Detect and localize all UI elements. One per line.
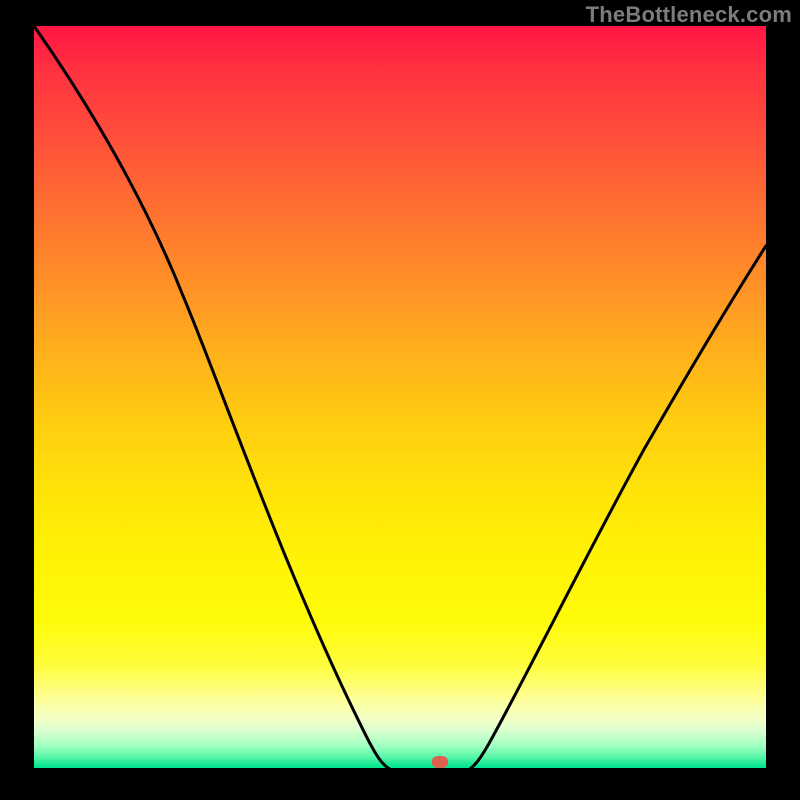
curve-path (34, 26, 766, 773)
plot-area (34, 26, 766, 774)
chart-root: TheBottleneck.com (0, 0, 800, 800)
bottleneck-curve (34, 26, 766, 774)
site-watermark: TheBottleneck.com (586, 2, 792, 28)
bottleneck-marker (432, 756, 448, 768)
